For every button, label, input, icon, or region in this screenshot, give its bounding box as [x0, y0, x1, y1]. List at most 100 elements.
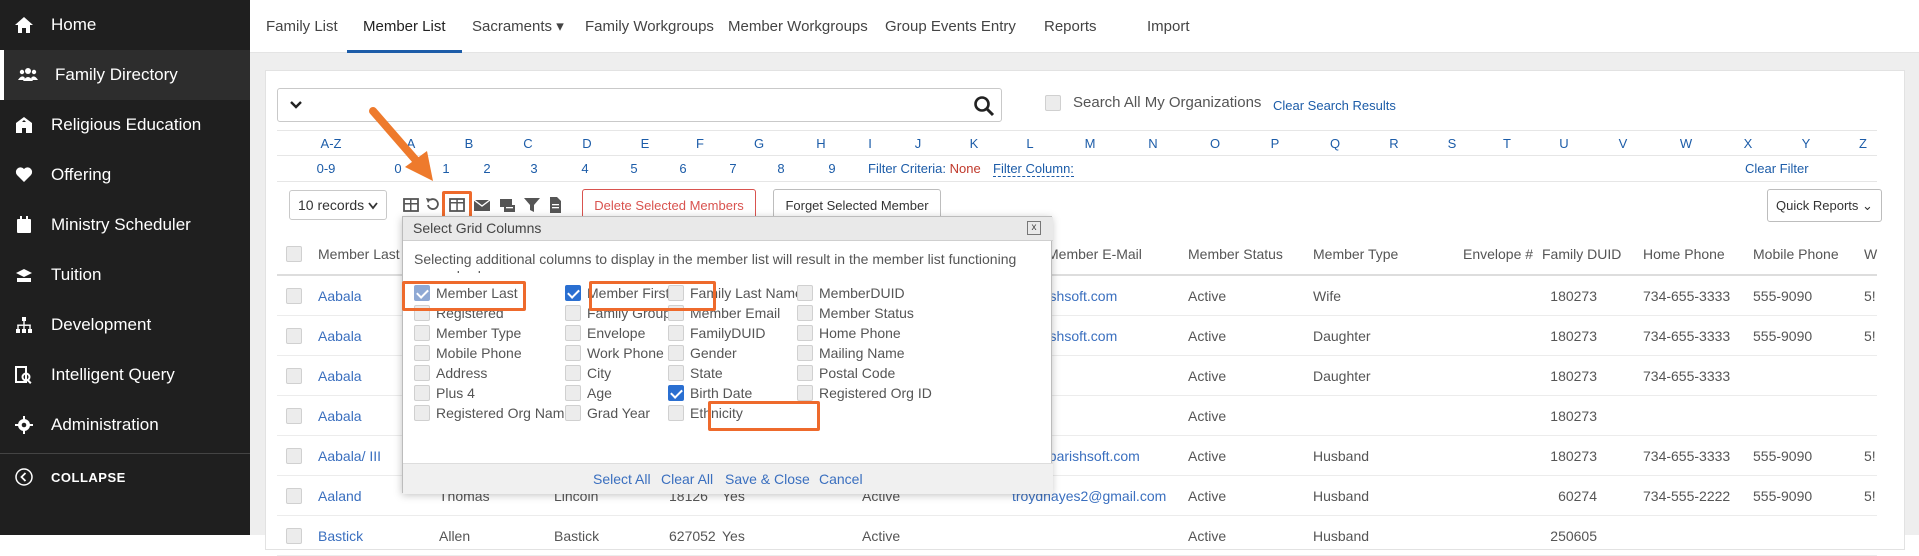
col-w[interactable]: W: [1864, 246, 1877, 262]
number-filter-9[interactable]: 9: [828, 161, 835, 176]
alpha-filter-g[interactable]: G: [754, 136, 764, 151]
column-option-checkbox[interactable]: [414, 365, 430, 381]
column-option[interactable]: Address: [414, 365, 487, 381]
row-checkbox[interactable]: [286, 368, 302, 384]
column-option-checkbox[interactable]: [797, 325, 813, 341]
column-option-checkbox[interactable]: [414, 325, 430, 341]
alpha-filter-l[interactable]: L: [1026, 136, 1033, 151]
row-checkbox[interactable]: [286, 528, 302, 544]
collapse-button[interactable]: COLLAPSE: [0, 452, 250, 502]
row-checkbox[interactable]: [286, 328, 302, 344]
column-option-checkbox[interactable]: [414, 405, 430, 421]
column-option-checkbox[interactable]: [797, 365, 813, 381]
alpha-filter-f[interactable]: F: [696, 136, 704, 151]
column-option-checkbox[interactable]: [668, 325, 684, 341]
column-option[interactable]: Plus 4: [414, 385, 475, 401]
row-checkbox[interactable]: [286, 288, 302, 304]
alpha-filter-i[interactable]: I: [868, 136, 872, 151]
column-option[interactable]: MemberDUID: [797, 285, 905, 301]
column-option-checkbox[interactable]: [668, 365, 684, 381]
select-all-checkbox[interactable]: [286, 246, 302, 262]
alpha-filter-z[interactable]: Z: [1859, 136, 1867, 151]
column-option-checkbox[interactable]: [797, 305, 813, 321]
column-option[interactable]: Member Type: [414, 325, 521, 341]
alpha-filter-o[interactable]: O: [1210, 136, 1220, 151]
email-icon[interactable]: [473, 196, 491, 214]
alpha-filter-d[interactable]: D: [582, 136, 591, 151]
alpha-filter-x[interactable]: X: [1744, 136, 1753, 151]
number-filter-6[interactable]: 6: [679, 161, 686, 176]
column-option-checkbox[interactable]: [565, 345, 581, 361]
alpha-filter-u[interactable]: U: [1559, 136, 1568, 151]
column-option-checkbox[interactable]: [565, 405, 581, 421]
column-option[interactable]: Work Phone: [565, 345, 664, 361]
number-filter-3[interactable]: 3: [530, 161, 537, 176]
alpha-filter-all[interactable]: A-Z: [321, 136, 342, 151]
alpha-filter-v[interactable]: V: [1619, 136, 1628, 151]
sidebar-item-offering[interactable]: Offering: [0, 150, 250, 200]
sidebar-item-religious-education[interactable]: Religious Education: [0, 100, 250, 150]
alpha-filter-c[interactable]: C: [523, 136, 532, 151]
alpha-filter-t[interactable]: T: [1503, 136, 1511, 151]
alpha-filter-n[interactable]: N: [1148, 136, 1157, 151]
filter-icon[interactable]: [523, 196, 541, 214]
member-last-link[interactable]: Aabala: [318, 368, 362, 384]
reset-icon[interactable]: [424, 196, 442, 214]
column-option-checkbox[interactable]: [414, 345, 430, 361]
number-filter-8[interactable]: 8: [777, 161, 784, 176]
tab-member-workgroups[interactable]: Member Workgroups: [712, 0, 884, 53]
number-filter-4[interactable]: 4: [581, 161, 588, 176]
column-option-checkbox[interactable]: [668, 345, 684, 361]
column-option[interactable]: Age: [565, 385, 612, 401]
select-all-link[interactable]: Select All: [593, 471, 651, 487]
document-icon[interactable]: [546, 196, 564, 214]
col-mobile-phone[interactable]: Mobile Phone: [1753, 246, 1839, 262]
cancel-link[interactable]: Cancel: [819, 471, 863, 487]
alpha-filter-h[interactable]: H: [816, 136, 825, 151]
grid-view-icon[interactable]: [402, 196, 420, 214]
column-option[interactable]: Birth Date: [668, 385, 752, 401]
col-member-last[interactable]: Member Last: [318, 246, 400, 262]
col-family-duid[interactable]: Family DUID: [1542, 246, 1621, 262]
clear-search-results-link[interactable]: Clear Search Results: [1273, 98, 1396, 113]
alpha-filter-r[interactable]: R: [1389, 136, 1398, 151]
row-checkbox[interactable]: [286, 488, 302, 504]
column-option[interactable]: Mobile Phone: [414, 345, 522, 361]
tab-family-list[interactable]: Family List: [250, 0, 354, 53]
column-option-checkbox[interactable]: [565, 385, 581, 401]
search-icon[interactable]: [973, 95, 995, 117]
sidebar-item-family-directory[interactable]: Family Directory: [0, 50, 250, 100]
records-per-page-select[interactable]: 10 records: [289, 190, 387, 220]
alpha-filter-m[interactable]: M: [1085, 136, 1096, 151]
col-home-phone[interactable]: Home Phone: [1643, 246, 1725, 262]
column-option-checkbox[interactable]: [565, 365, 581, 381]
alpha-filter-q[interactable]: Q: [1330, 136, 1340, 151]
alpha-filter-p[interactable]: P: [1271, 136, 1280, 151]
alpha-filter-b[interactable]: B: [465, 136, 474, 151]
tab-sacraments[interactable]: Sacraments ▾: [456, 0, 580, 53]
mail-merge-icon[interactable]: [498, 196, 516, 214]
clear-filter-link[interactable]: Clear Filter: [1745, 161, 1809, 176]
member-last-link[interactable]: Aabala: [318, 408, 362, 424]
column-option-checkbox[interactable]: [565, 305, 581, 321]
column-option-checkbox[interactable]: [414, 385, 430, 401]
sidebar-item-intelligent-query[interactable]: Intelligent Query: [0, 350, 250, 400]
alpha-filter-w[interactable]: W: [1680, 136, 1692, 151]
filter-column-link[interactable]: Filter Column:: [993, 161, 1074, 177]
column-option[interactable]: Envelope: [565, 325, 645, 341]
row-checkbox[interactable]: [286, 448, 302, 464]
sidebar-item-home[interactable]: Home: [0, 0, 250, 50]
tab-family-workgroups[interactable]: Family Workgroups: [569, 0, 730, 53]
row-checkbox[interactable]: [286, 408, 302, 424]
alpha-filter-k[interactable]: K: [970, 136, 979, 151]
col-member-type[interactable]: Member Type: [1313, 246, 1398, 262]
sidebar-item-tuition[interactable]: Tuition: [0, 250, 250, 300]
close-icon[interactable]: x: [1027, 221, 1041, 235]
column-option[interactable]: Gender: [668, 345, 737, 361]
column-option[interactable]: FamilyDUID: [668, 325, 765, 341]
column-option[interactable]: Postal Code: [797, 365, 895, 381]
column-option[interactable]: State: [668, 365, 723, 381]
column-option-checkbox[interactable]: [668, 405, 684, 421]
tab-import[interactable]: Import: [1131, 0, 1206, 53]
column-option-checkbox[interactable]: [797, 345, 813, 361]
